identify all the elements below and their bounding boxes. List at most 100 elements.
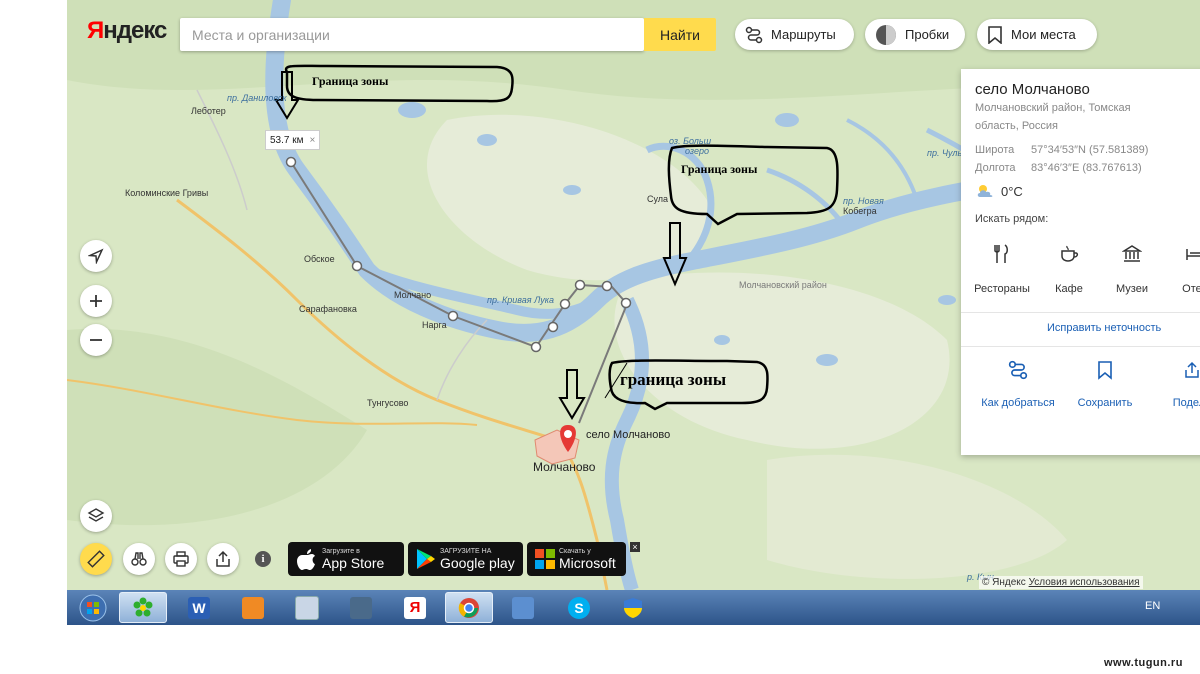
nearby-label: Искать рядом: [975, 213, 1049, 225]
bookmark-icon [988, 25, 1002, 44]
route-icon [745, 26, 763, 43]
word-icon: W [188, 596, 210, 619]
navigation-arrow-icon [88, 248, 104, 264]
routes-button[interactable]: Маршруты [735, 19, 854, 50]
binoculars-icon [131, 552, 147, 566]
directions-button[interactable]: Как добраться [973, 357, 1063, 409]
panorama-button[interactable] [123, 543, 155, 575]
place-card: село Молчаново Молчановский район, Томск… [961, 69, 1200, 455]
bed-icon [1186, 249, 1200, 260]
layers-button[interactable] [80, 500, 112, 532]
appstore-big-text: App Store [322, 554, 385, 571]
zoom-out-button[interactable] [80, 324, 112, 356]
latitude-row: Широта 57°34′53″N (57.581389) [975, 144, 1148, 156]
zone-annotation-top-left: Граница зоны [312, 74, 389, 88]
distance-label: 53.7 км × [265, 130, 321, 150]
googleplay-big-text: Google play [440, 554, 515, 571]
map-viewport[interactable]: Леботер Коломинские Гривы Обское Молчано… [67, 0, 1200, 590]
place-pin-label[interactable]: село Молчаново [586, 429, 670, 441]
printer-icon [173, 551, 189, 567]
find-button[interactable]: Найти [644, 18, 716, 51]
yandex-logo[interactable]: Яндекс [87, 17, 167, 45]
zone-annotation-bottom: граница зоны [620, 370, 727, 389]
zone-annotation-top-right: Граница зоны [681, 162, 758, 176]
place-title: село Молчаново [975, 81, 1090, 98]
chrome-icon [458, 597, 479, 618]
taskbar-chrome[interactable] [445, 592, 493, 623]
taskbar-media-player[interactable] [229, 592, 277, 623]
locate-me-button[interactable] [80, 240, 112, 272]
language-indicator[interactable]: EN [1145, 600, 1160, 612]
watermark: www.tugun.ru [1104, 657, 1183, 669]
taskbar-yandex-browser[interactable]: Я [391, 592, 439, 623]
map-label-molchanovo-town: Молчаново [533, 460, 596, 474]
routes-label: Маршруты [771, 27, 836, 42]
save-button[interactable]: Сохранить [1060, 357, 1150, 409]
longitude-label: Долгота [975, 162, 1016, 174]
app-store-badge[interactable]: Загрузите в App Store [288, 542, 404, 576]
map-label-lebotter: Леботер [191, 106, 226, 116]
my-places-label: Мои места [1011, 27, 1076, 42]
map-label-molchanovo-small: Молчано [394, 290, 432, 300]
my-places-button[interactable]: Мои места [977, 19, 1097, 50]
museum-icon [1122, 245, 1142, 262]
map-label-sula: Сула [647, 194, 669, 204]
divider [961, 312, 1200, 313]
windows-logo-icon [79, 594, 107, 621]
minus-icon [90, 339, 102, 341]
taskbar-photo-viewer[interactable] [337, 592, 385, 623]
category-hotels[interactable]: Отел [1164, 239, 1200, 295]
weather-value: 0°C [1001, 183, 1023, 199]
taskbar-skype[interactable]: S [555, 592, 603, 623]
ruler-button[interactable] [80, 543, 112, 575]
map-label-ozero: озеро [685, 146, 710, 156]
cloud-sun-icon [977, 185, 993, 197]
taskbar-volume[interactable] [499, 592, 547, 623]
close-icon[interactable]: × [630, 542, 640, 552]
map-label-danilovskaya: пр. Даниловск [227, 93, 287, 103]
category-museums[interactable]: Музеи [1101, 239, 1163, 295]
close-icon[interactable]: × [310, 135, 316, 146]
speaker-icon [512, 596, 534, 619]
distance-value: 53.7 км [270, 134, 304, 146]
taskbar: W Я S EN [67, 590, 1200, 625]
fix-inaccuracy-link[interactable]: Исправить неточность [1047, 322, 1161, 334]
taskbar-security[interactable] [609, 592, 657, 623]
fork-knife-icon [994, 244, 1008, 263]
microsoft-store-badge[interactable]: Скачать у Microsoft [527, 542, 626, 576]
category-cafe[interactable]: Кафе [1038, 239, 1100, 295]
icq-flower-icon [133, 597, 153, 616]
google-play-icon [417, 549, 435, 569]
terms-link[interactable]: Условия использования [1029, 577, 1140, 588]
traffic-label: Пробки [905, 27, 950, 42]
taskbar-calculator[interactable] [283, 592, 331, 623]
ruler-icon [87, 550, 105, 568]
taskbar-word[interactable]: W [175, 592, 223, 623]
taskbar-icq[interactable] [119, 592, 167, 623]
share-button[interactable] [207, 543, 239, 575]
print-button[interactable] [165, 543, 197, 575]
search-input[interactable] [180, 18, 644, 51]
map-label-tungusovo: Тунгусово [367, 398, 409, 408]
info-icon[interactable]: i [255, 551, 271, 567]
category-restaurants[interactable]: Рестораны [971, 239, 1033, 295]
map-label-sarafanovka: Сарафановка [299, 304, 357, 314]
calculator-icon [295, 595, 319, 620]
start-button[interactable] [69, 592, 117, 623]
route-icon [1008, 360, 1028, 380]
photo-viewer-icon [350, 596, 372, 619]
map-label-narga: Нарга [422, 320, 447, 330]
microsoft-big-text: Microsoft [559, 554, 616, 571]
divider [961, 346, 1200, 347]
latitude-label: Широта [975, 144, 1015, 156]
apple-icon [297, 549, 315, 570]
google-play-badge[interactable]: ЗАГРУЗИТЕ НА Google play [408, 542, 523, 576]
copyright: © Яндекс Условия использования [979, 576, 1143, 589]
traffic-button[interactable]: Пробки [865, 19, 965, 50]
plus-icon [90, 295, 102, 307]
longitude-row: Долгота 83°46′3″E (83.767613) [975, 162, 1142, 174]
share-place-button[interactable]: Подели [1147, 357, 1200, 409]
bookmark-icon [1098, 361, 1112, 380]
traffic-icon [876, 24, 896, 45]
zoom-in-button[interactable] [80, 285, 112, 317]
